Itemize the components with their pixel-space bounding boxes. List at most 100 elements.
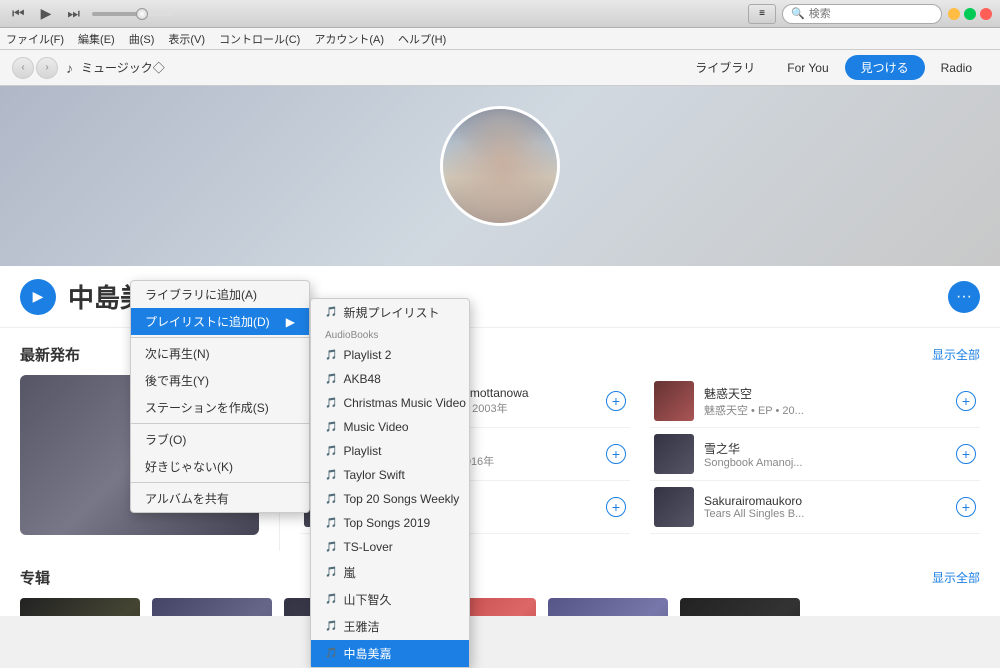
- back-arrow[interactable]: ‹: [12, 57, 34, 79]
- list-item: PORTRAIT~Piano&Voice~: [20, 598, 140, 616]
- song-thumbnail: [654, 487, 694, 527]
- ctx-play-next[interactable]: 次に再生(N): [131, 340, 309, 367]
- menu-account[interactable]: アカウント(A): [314, 31, 384, 47]
- title-bar: ⏮ ▶ ⏭ ≡ 🔍: [0, 0, 1000, 28]
- ctx-playlist-top2019[interactable]: 🎵 Top Songs 2019: [311, 511, 469, 535]
- minimize-button[interactable]: [948, 8, 960, 20]
- ctx-create-station[interactable]: ステーションを作成(S): [131, 394, 309, 421]
- ctx-playlist-christmas[interactable]: 🎵 Christmas Music Video: [311, 391, 469, 415]
- forward-button[interactable]: ⏭: [63, 3, 84, 24]
- song-info: 雪之华 Songbook Amanoj...: [704, 440, 946, 469]
- song-add-button[interactable]: +: [606, 391, 626, 411]
- ctx-playlist-akb48[interactable]: 🎵 AKB48: [311, 367, 469, 391]
- latest-release-title: 最新発布: [20, 344, 80, 365]
- nav-bar: ‹ › ♪ ミュージック◇ ライブラリ For You 見つける Radio: [0, 50, 1000, 86]
- menu-help[interactable]: ヘルプ(H): [398, 31, 446, 47]
- song-add-button[interactable]: +: [606, 497, 626, 517]
- more-options-button[interactable]: ···: [948, 281, 980, 313]
- ctx-playlist-taylor[interactable]: 🎵 Taylor Swift: [311, 463, 469, 487]
- context-menu-primary[interactable]: ライブラリに追加(A) プレイリストに追加(D) ▶ 次に再生(N) 後で再生(…: [130, 280, 310, 513]
- breadcrumb: ミュージック◇: [81, 59, 165, 76]
- song-thumbnail: [654, 434, 694, 474]
- rewind-button[interactable]: ⏮: [8, 3, 29, 24]
- menu-icon-button[interactable]: ≡: [748, 4, 776, 24]
- menu-edit[interactable]: 編集(E): [78, 31, 115, 47]
- ctx-playlist-wangyajie[interactable]: 🎵 王雅洁: [311, 613, 469, 640]
- albums-section: 专辑 显示全部 PORTRAIT~Piano&Voice~ ROOTS ~Pia…: [0, 551, 1000, 616]
- ctx-separator: [131, 337, 309, 338]
- artist-header: [0, 86, 1000, 266]
- nav-arrows: ‹ ›: [12, 57, 58, 79]
- volume-thumb[interactable]: [136, 8, 148, 20]
- ctx-playlist-yamashita[interactable]: 🎵 山下智久: [311, 586, 469, 613]
- artist-avatar-container: [440, 106, 560, 226]
- search-input[interactable]: [809, 8, 929, 20]
- ctx-playlist-playlist2[interactable]: 🎵 Playlist 2: [311, 343, 469, 367]
- song-subtitle: Songbook Amanoj...: [704, 457, 946, 469]
- playlist-icon: 🎵: [325, 518, 337, 529]
- menu-song[interactable]: 曲(S): [129, 31, 155, 47]
- albums-title: 专辑: [20, 567, 50, 588]
- song-add-button[interactable]: +: [606, 444, 626, 464]
- new-playlist-icon: 🎵: [325, 307, 337, 318]
- album-cover[interactable]: [20, 598, 140, 616]
- song-title: 雪之华: [704, 440, 946, 457]
- menu-controls[interactable]: コントロール(C): [219, 31, 300, 47]
- title-bar-right: ≡ 🔍: [748, 4, 992, 24]
- table-row: 雪之华 Songbook Amanoj... +: [650, 428, 980, 481]
- maximize-button[interactable]: [964, 8, 976, 20]
- ctx-playlist-music-video[interactable]: 🎵 Music Video: [311, 415, 469, 439]
- ctx-dislike[interactable]: 好きじゃない(K): [131, 453, 309, 480]
- song-add-button[interactable]: +: [956, 391, 976, 411]
- ctx-playlist-nakashima[interactable]: 🎵 中島美嘉: [311, 640, 469, 667]
- playlist-icon: 🎵: [325, 350, 337, 361]
- ctx-add-library[interactable]: ライブラリに追加(A): [131, 281, 309, 308]
- album-cover[interactable]: [680, 598, 800, 616]
- song-ranking-show-all[interactable]: 显示全部: [932, 346, 980, 363]
- song-list-right: 魅惑天空 魅惑天空 • EP • 20... + 雪之华 Songbook Am…: [650, 375, 980, 534]
- albums-header: 专辑 显示全部: [20, 567, 980, 588]
- playlist-icon: 🎵: [325, 594, 337, 605]
- ctx-playlist-ts-lover[interactable]: 🎵 TS-Lover: [311, 535, 469, 559]
- album-grid: PORTRAIT~Piano&Voice~ ROOTS ~Piano&Voice…: [20, 598, 980, 616]
- artist-avatar: [440, 106, 560, 226]
- menu-view[interactable]: 表示(V): [168, 31, 205, 47]
- tab-discover[interactable]: 見つける: [845, 55, 925, 80]
- table-row: Sakurairomaukoro Tears All Singles B... …: [650, 481, 980, 534]
- context-menu-playlist[interactable]: 🎵 新規プレイリスト AudioBooks 🎵 Playlist 2 🎵 AKB…: [310, 298, 470, 668]
- playlist-icon: 🎵: [325, 470, 337, 481]
- album-cover[interactable]: [548, 598, 668, 616]
- song-thumbnail: [654, 381, 694, 421]
- title-bar-left: ⏮ ▶ ⏭: [8, 3, 172, 24]
- album-cover[interactable]: [152, 598, 272, 616]
- tab-library[interactable]: ライブラリ: [679, 55, 771, 80]
- tab-radio[interactable]: Radio: [925, 55, 988, 80]
- playlist-icon: 🎵: [325, 567, 337, 578]
- volume-slider[interactable]: [92, 12, 172, 16]
- list-item: THE END: [680, 598, 800, 616]
- albums-show-all[interactable]: 显示全部: [932, 569, 980, 586]
- song-title: 魅惑天空: [704, 385, 946, 402]
- ctx-playlist-top20[interactable]: 🎵 Top 20 Songs Weekly: [311, 487, 469, 511]
- playlist-icon: 🎵: [325, 621, 337, 632]
- music-icon: ♪: [66, 60, 73, 76]
- ctx-love[interactable]: ラブ(O): [131, 426, 309, 453]
- song-add-button[interactable]: +: [956, 497, 976, 517]
- ctx-add-playlist[interactable]: プレイリストに追加(D) ▶: [131, 308, 309, 335]
- forward-arrow[interactable]: ›: [36, 57, 58, 79]
- ctx-playlist-arashi[interactable]: 🎵 嵐: [311, 559, 469, 586]
- playlist-icon: 🎵: [325, 648, 337, 659]
- play-artist-button[interactable]: ▶: [20, 279, 56, 315]
- play-button[interactable]: ▶: [37, 3, 56, 24]
- ctx-share-album[interactable]: アルバムを共有: [131, 485, 309, 512]
- playlist-icon: 🎵: [325, 542, 337, 553]
- tab-for-you[interactable]: For You: [771, 55, 844, 80]
- menu-file[interactable]: ファイル(F): [6, 31, 64, 47]
- ctx-play-later[interactable]: 後で再生(Y): [131, 367, 309, 394]
- ctx-playlist-playlist[interactable]: 🎵 Playlist: [311, 439, 469, 463]
- ctx-new-playlist[interactable]: 🎵 新規プレイリスト: [311, 299, 469, 326]
- list-item: 中島美嘉 MY VOICE: [548, 598, 668, 616]
- song-add-button[interactable]: +: [956, 444, 976, 464]
- close-button[interactable]: [980, 8, 992, 20]
- playlist-icon: 🎵: [325, 446, 337, 457]
